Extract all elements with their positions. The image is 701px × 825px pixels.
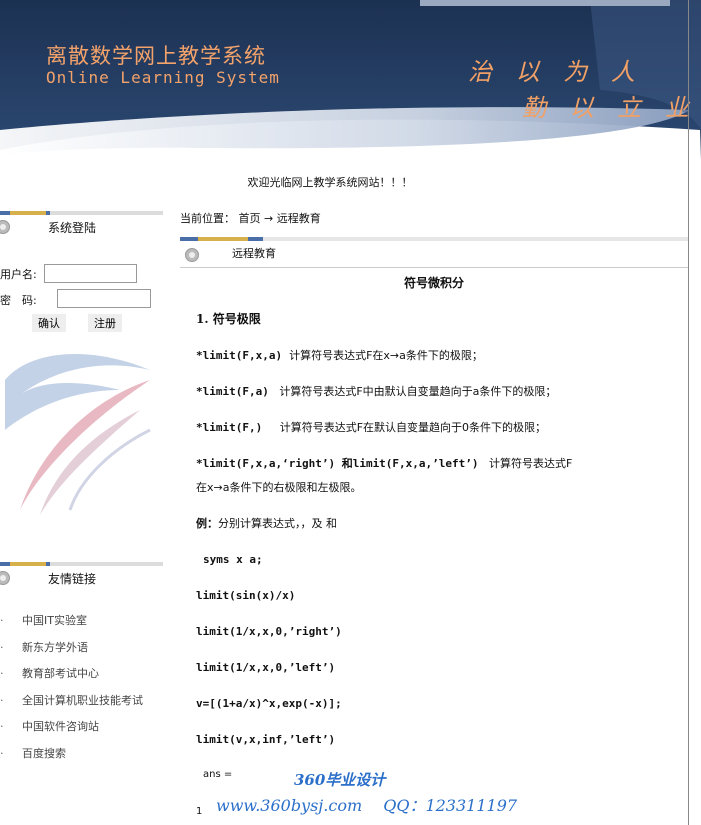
site-title: 离散数学网上教学系统 <box>46 44 266 68</box>
circle-icon <box>0 220 10 234</box>
header-bar <box>0 562 163 566</box>
article-line: *limit(F,a) 计算符号表达式F中由默认自变量趋向于a条件下的极限； <box>196 385 557 398</box>
code-line: limit(v,x,inf,’left’) <box>196 733 336 746</box>
password-input[interactable] <box>57 289 151 308</box>
username-input[interactable] <box>44 264 137 283</box>
breadcrumb-arrow: → <box>264 212 274 225</box>
password-row: 密 码: <box>0 292 37 308</box>
link-item[interactable]: · 教育部考试中心 <box>0 665 143 692</box>
page-border <box>688 0 689 825</box>
code-line: limit(1/x,x,0,’right’) <box>196 625 342 638</box>
article-heading: 1. 符号极限 <box>196 312 261 326</box>
example-line: 例：分别计算表达式，，及 和 <box>196 517 337 530</box>
ans-value: 1 <box>196 806 203 817</box>
circle-icon <box>185 248 199 262</box>
breadcrumb-home[interactable]: 首页 <box>239 212 261 225</box>
link-item[interactable]: · 全国计算机职业技能考试 <box>0 692 143 719</box>
breadcrumb: 当前位置： 首页 → 远程教育 <box>180 210 321 226</box>
motto-line-2: 勤 以 立 业 <box>522 94 697 122</box>
friend-links-list: · 中国IT实验室 · 新东方学外语 · 教育部考试中心 · 全国计算机职业技能考试 ·… <box>0 612 143 772</box>
ans-label: ans = <box>203 769 233 780</box>
section-title: 远程教育 <box>232 247 276 260</box>
article-line: *limit(F,x,a,‘right’) 和limit(F,x,a,’left… <box>196 457 573 470</box>
links-box-title: 友情链接 <box>48 572 97 586</box>
article-line: 在x→a条件下的右极限和左极限。 <box>196 481 362 494</box>
username-label: 用户名: <box>0 268 37 281</box>
login-box-header: 系统登陆 <box>0 211 163 235</box>
article-line: *limit(F,) 计算符号表达式F在默认自变量趋向于0条件下的极限； <box>196 421 547 434</box>
code-line: v=[(1+a/x)^x,exp(-x)]; <box>196 697 342 710</box>
links-box-header: 友情链接 <box>0 562 163 586</box>
link-item[interactable]: · 中国IT实验室 <box>0 612 143 639</box>
header-bar <box>0 211 163 215</box>
username-row: 用户名: <box>0 266 37 282</box>
watermark-title: 360毕业设计 <box>294 771 386 789</box>
breadcrumb-current: 远程教育 <box>276 212 321 225</box>
motto-line-1: 治 以 为 人 <box>468 58 643 86</box>
article-line: *limit(F,x,a) 计算符号表达式F在x→a条件下的极限； <box>196 349 483 362</box>
code-line: syms x a; <box>203 553 263 566</box>
site-banner: 离散数学网上教学系统 Online Learning System 治 以 为 … <box>0 0 701 160</box>
circle-icon <box>0 571 10 585</box>
link-item[interactable]: · 百度搜索 <box>0 745 143 772</box>
link-item[interactable]: · 新东方学外语 <box>0 639 143 666</box>
code-line: limit(sin(x)/x) <box>196 589 296 602</box>
article-title: 符号微积分 <box>403 276 464 290</box>
swoosh-logo-icon <box>5 353 151 515</box>
site-subtitle: Online Learning System <box>46 68 280 87</box>
confirm-button[interactable]: 确认 <box>32 314 66 332</box>
section-header: 远程教育 <box>180 237 688 268</box>
password-label: 密 码: <box>0 294 37 307</box>
register-button[interactable]: 注册 <box>88 314 122 332</box>
login-box-title: 系统登陆 <box>48 221 97 235</box>
watermark-contact: www.360bysj.com QQ：123311197 <box>216 796 518 815</box>
welcome-text: 欢迎光临网上教学系统网站！！！ <box>247 176 413 189</box>
link-item[interactable]: · 中国软件咨询站 <box>0 718 143 745</box>
header-bar <box>180 237 688 241</box>
code-line: limit(1/x,x,0,’left’) <box>196 661 336 674</box>
breadcrumb-prefix: 当前位置： <box>180 212 235 225</box>
